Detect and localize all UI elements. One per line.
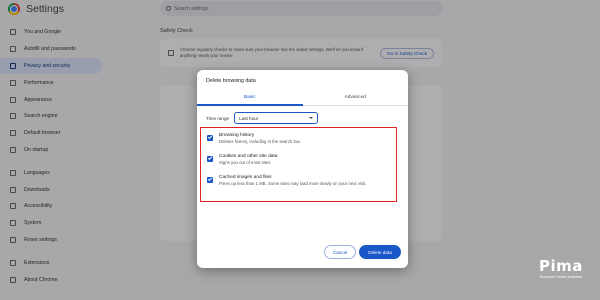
cached-images-checkbox[interactable] — [207, 177, 213, 183]
time-range-select[interactable]: Last hour — [234, 112, 319, 124]
tab-basic[interactable]: Basic — [197, 90, 303, 106]
pima-watermark: Pima Empower Online Business — [526, 257, 596, 280]
option-description: Signs you out of most sites — [219, 160, 271, 166]
data-options-highlight: Browsing history Deletes history, includ… — [200, 127, 397, 202]
option-description: Frees up less than 1 MB. Some sites may … — [219, 181, 367, 187]
time-range-label: Time range — [206, 115, 230, 121]
time-range-value: Last hour — [239, 115, 259, 121]
option-cookies: Cookies and other site data Signs you ou… — [207, 154, 395, 167]
cookies-checkbox[interactable] — [207, 156, 213, 162]
chevron-down-icon — [309, 117, 314, 119]
option-cached-images: Cached images and files Frees up less th… — [207, 175, 395, 188]
option-description: Deletes history, including in the search… — [219, 139, 301, 145]
pima-logo: Pima — [539, 257, 583, 275]
pima-tagline: Empower Online Business — [539, 275, 583, 279]
dialog-title: Delete browsing data — [206, 78, 256, 84]
time-range-row: Time range Last hour — [206, 112, 319, 124]
tab-advanced[interactable]: Advanced — [303, 90, 409, 105]
browsing-history-checkbox[interactable] — [207, 135, 213, 141]
cancel-button[interactable]: Cancel — [324, 245, 356, 259]
dialog-tabs: Basic Advanced — [197, 90, 408, 106]
delete-data-button[interactable]: Delete data — [359, 245, 401, 259]
delete-browsing-data-dialog: Delete browsing data Basic Advanced Time… — [197, 70, 408, 268]
option-browsing-history: Browsing history Deletes history, includ… — [207, 133, 395, 146]
